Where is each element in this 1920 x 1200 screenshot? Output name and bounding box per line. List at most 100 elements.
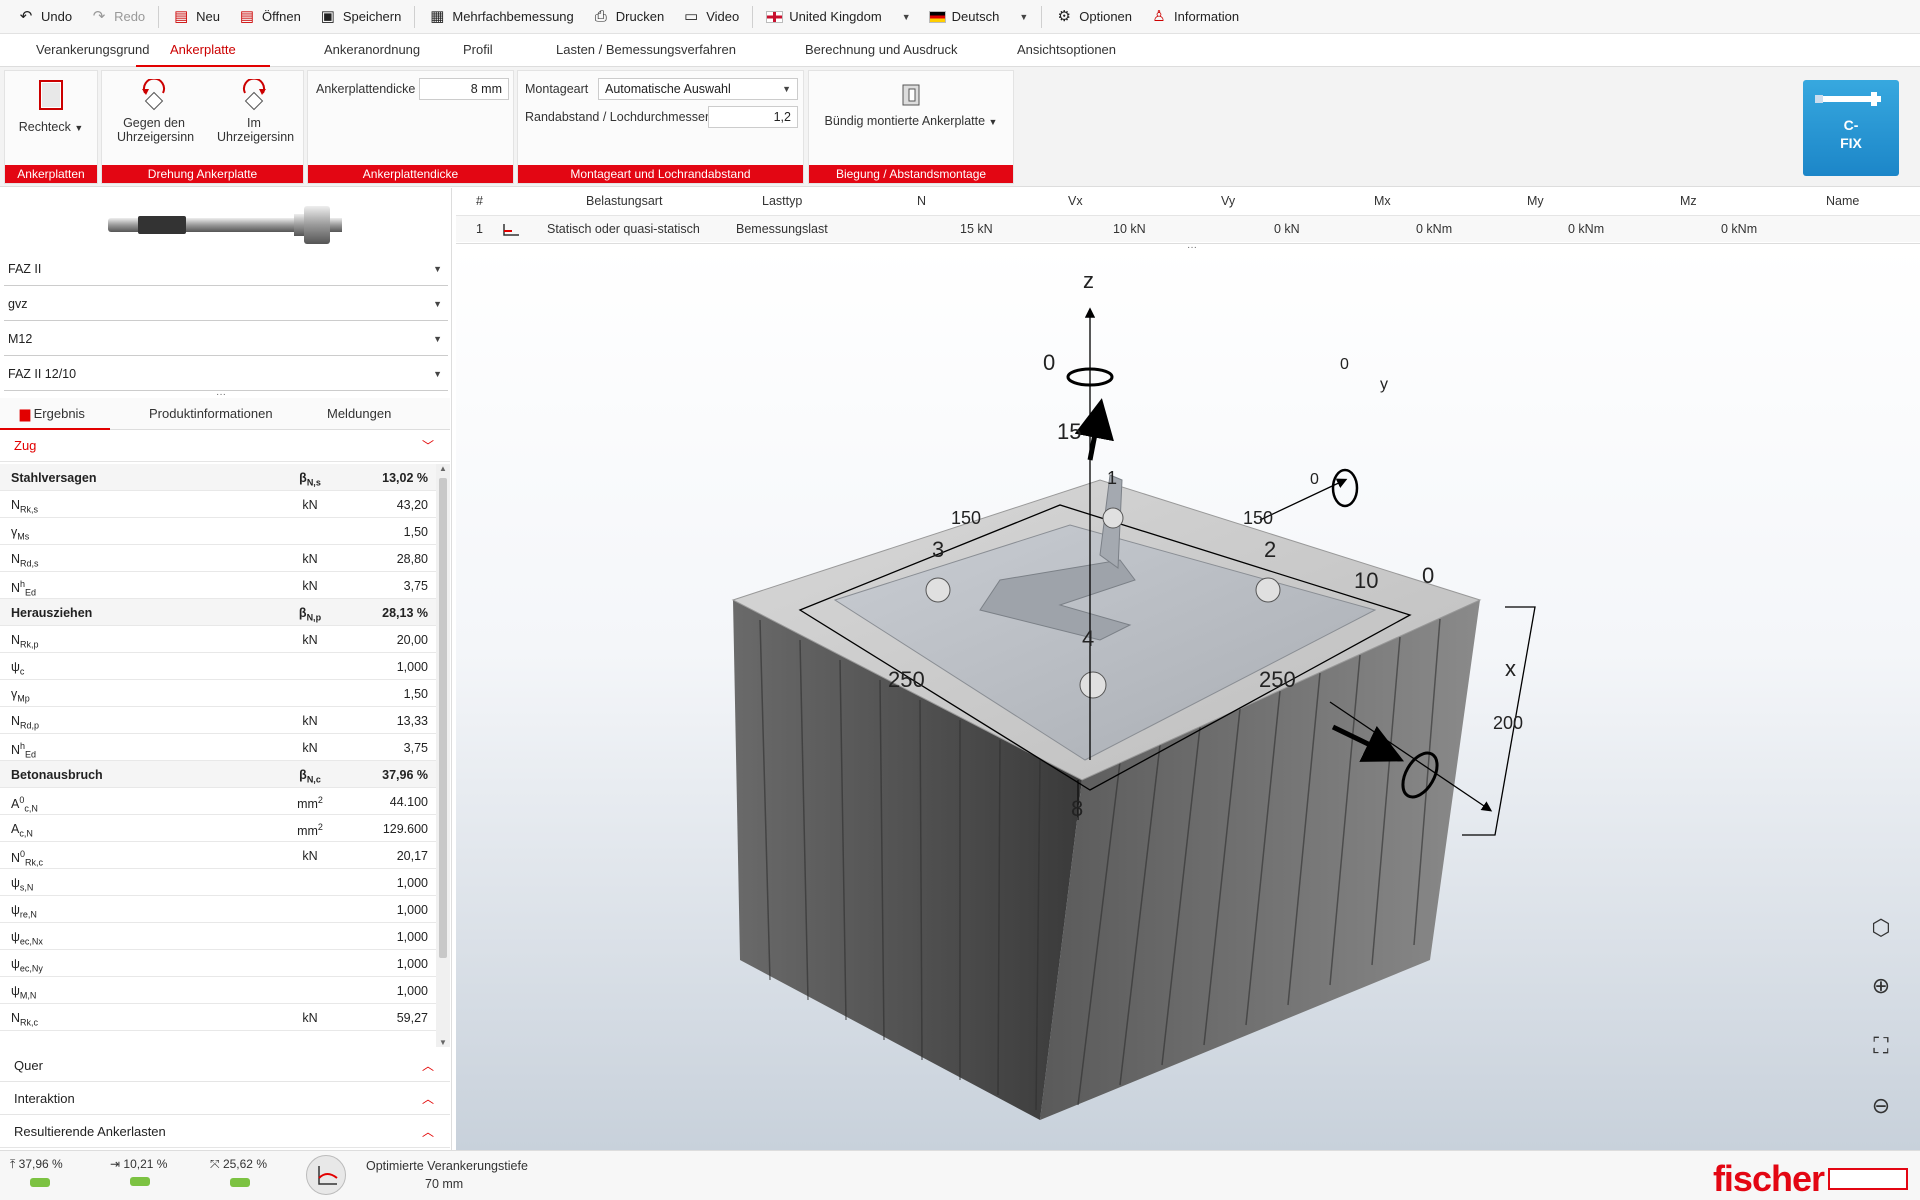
section-resultierende[interactable]: Resultierende Ankerlasten ︿: [0, 1116, 450, 1148]
check-ok-icon: [230, 1178, 250, 1187]
language-dropdown[interactable]: Deutsch ▼: [920, 0, 1038, 34]
chevron-up-icon: ︿: [421, 1059, 434, 1073]
result-key: NhEd: [11, 741, 37, 760]
group-thickness: Ankerplattendicke 8 mm Ankerplattendicke: [307, 70, 514, 184]
section-zug[interactable]: Zug ﹀: [0, 430, 450, 462]
edge-distance-input[interactable]: 1,2: [708, 106, 798, 128]
undo-button[interactable]: ↶ Undo: [8, 0, 81, 34]
result-value: 1,000: [396, 876, 428, 890]
product-variant-select[interactable]: FAZ II 12/10 ▼: [4, 357, 448, 391]
main-tabs: Verankerungsgrund Ankerplatte Ankeranord…: [0, 34, 1920, 67]
fit-view-button[interactable]: ⛶: [1864, 1029, 1898, 1063]
information-button[interactable]: ♙ Information: [1141, 0, 1248, 34]
video-button[interactable]: ▭ Video: [673, 0, 748, 34]
shape-dropdown[interactable]: Rechteck ▼: [5, 79, 97, 135]
tension-utilization[interactable]: ⤒ 37,96 %: [10, 1157, 63, 1187]
redo-button[interactable]: ↷ Redo: [81, 0, 154, 34]
col-header: #: [476, 194, 483, 208]
material-select[interactable]: gvz ▼: [4, 287, 448, 321]
shear-utilization[interactable]: ⇥ 10,21 %: [110, 1157, 167, 1186]
result-key: ψec,Nx: [11, 930, 43, 947]
result-unit: βN,p: [298, 606, 322, 623]
result-key: ψc: [11, 660, 25, 677]
result-unit: βN,c: [299, 768, 321, 785]
section-quer[interactable]: Quer ︿: [0, 1050, 450, 1082]
tab-meldungen[interactable]: Meldungen: [327, 398, 391, 430]
result-value: 28,80: [396, 552, 428, 566]
3d-viewport[interactable]: z x y 0 15 0 0 10 0 150 150 250 250 200 …: [456, 242, 1920, 1150]
tab-berechnung[interactable]: Berechnung und Ausdruck: [805, 34, 958, 67]
rotate-cw-button[interactable]: Im Uhrzeigersinn: [208, 77, 300, 144]
mount-dropdown[interactable]: Automatische Auswahl ▼: [598, 78, 798, 100]
zoom-out-button[interactable]: ⊖: [1864, 1089, 1898, 1123]
group-label: Ankerplatten: [5, 165, 97, 183]
print-button[interactable]: ⎙ Drucken: [583, 0, 673, 34]
size-select[interactable]: M12 ▼: [4, 322, 448, 356]
rotate-ccw-icon: [142, 77, 165, 111]
resize-handle[interactable]: ···: [1187, 242, 1197, 253]
col-header: My: [1527, 194, 1544, 208]
gear-icon: ⚙: [1057, 8, 1071, 25]
interaction-utilization[interactable]: ⤧ 25,62 %: [210, 1157, 267, 1187]
tab-ergebnis[interactable]: ▆ Ergebnis: [0, 398, 110, 430]
zoom-in-icon: ⊕: [1871, 973, 1891, 998]
static-load-icon: [503, 224, 519, 236]
tab-produktinformationen[interactable]: Produktinformationen: [149, 398, 273, 430]
anchor-product-image: [108, 206, 342, 244]
result-key: A0c,N: [11, 795, 38, 814]
result-value: 1,50: [403, 525, 428, 539]
interaction-icon: ⤧: [210, 1157, 220, 1171]
country-dropdown[interactable]: United Kingdom ▼: [757, 0, 919, 34]
tab-ankeranordnung[interactable]: Ankeranordnung: [324, 34, 420, 67]
toolbar-divider: [1041, 5, 1043, 28]
optimization-button[interactable]: [306, 1155, 346, 1195]
info-icon: ♙: [1152, 8, 1166, 25]
result-row: ψec,Nx 1,000: [0, 923, 436, 950]
multi-design-button[interactable]: ▦ Mehrfachbemessung: [419, 0, 582, 34]
scroll-thumb[interactable]: [439, 478, 447, 958]
film-icon: ▭: [684, 8, 699, 25]
new-file-icon: ▤: [174, 8, 189, 25]
force-vx-label: 10: [1354, 568, 1379, 593]
new-button[interactable]: ▤ Neu: [163, 0, 229, 34]
dimension-150-right: 150: [1243, 508, 1274, 528]
result-row: ψs,N 1,000: [0, 869, 436, 896]
result-row: NRk,c kN 59,27: [0, 1004, 436, 1031]
result-unit: kN: [302, 741, 318, 755]
view-3d-button[interactable]: ⬡: [1864, 911, 1898, 945]
result-key: γMs: [11, 525, 30, 542]
tab-profil[interactable]: Profil: [463, 34, 493, 67]
tab-verankerungsgrund[interactable]: Verankerungsgrund: [36, 34, 149, 67]
tab-ankerplatte[interactable]: Ankerplatte: [136, 34, 270, 67]
col-header: N: [917, 194, 927, 208]
check-ok-icon: [130, 1177, 150, 1186]
cfix-button[interactable]: C- FIX: [1803, 80, 1899, 176]
col-header: Vx: [1068, 194, 1083, 208]
dimension-8: 8: [1071, 796, 1084, 821]
zoom-in-button[interactable]: ⊕: [1864, 969, 1898, 1003]
result-unit: kN: [302, 849, 318, 863]
save-button[interactable]: ▣ Speichern: [310, 0, 411, 34]
rotate-ccw-button[interactable]: Gegen den Uhrzeigersinn: [108, 77, 200, 144]
open-button[interactable]: ▤ Öffnen: [229, 0, 310, 34]
result-value: 43,20: [396, 498, 428, 512]
flush-mount-dropdown[interactable]: Bündig montierte Ankerplatte ▼: [809, 81, 1013, 129]
thickness-input[interactable]: 8 mm: [419, 78, 509, 100]
results-scrollbar[interactable]: ▲ ▼: [436, 464, 450, 1047]
scroll-down-icon[interactable]: ▼: [439, 1038, 447, 1047]
col-header: Mz: [1680, 194, 1697, 208]
options-button[interactable]: ⚙ Optionen: [1046, 0, 1141, 34]
anchor-bolt-icon: [1815, 92, 1881, 106]
result-value: 1,000: [396, 903, 428, 917]
scroll-up-icon[interactable]: ▲: [439, 464, 447, 473]
tab-lasten[interactable]: Lasten / Bemessungsverfahren: [556, 34, 736, 67]
result-key: ψM,N: [11, 984, 37, 1001]
de-flag-icon: [928, 10, 946, 23]
group-label: Biegung / Abstandsmontage: [809, 165, 1013, 183]
table-row[interactable]: 1 Statisch oder quasi-statisch Bemessung…: [456, 215, 1920, 242]
uk-flag-icon: [766, 10, 784, 23]
product-family-select[interactable]: FAZ II ▼: [4, 252, 448, 286]
fullscreen-icon: ⛶: [1873, 1033, 1889, 1058]
tab-ansichtsoptionen[interactable]: Ansichtsoptionen: [1017, 34, 1116, 67]
section-interaktion[interactable]: Interaktion ︿: [0, 1083, 450, 1115]
